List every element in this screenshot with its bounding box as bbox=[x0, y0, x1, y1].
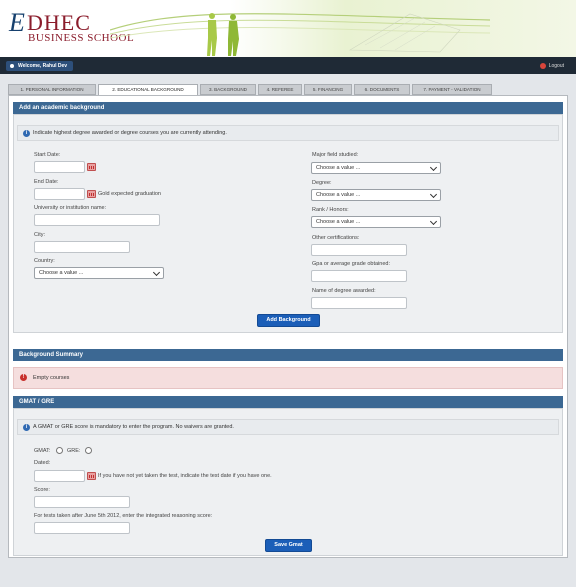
end-date-input[interactable] bbox=[34, 188, 85, 200]
integrated-reasoning-input[interactable] bbox=[34, 522, 130, 534]
tab-background[interactable]: 3. Background bbox=[200, 84, 256, 95]
country-label: Country: bbox=[34, 258, 55, 264]
gmat-date-input[interactable] bbox=[34, 470, 85, 482]
country-select-value: Choose a value ... bbox=[39, 270, 84, 276]
gmat-date-calendar-icon[interactable] bbox=[87, 472, 96, 480]
university-label: University or institution name: bbox=[34, 205, 107, 211]
academic-info-box: i Indicate highest degree awarded or deg… bbox=[17, 125, 559, 141]
tab-financing[interactable]: 5. Financing bbox=[304, 84, 352, 95]
chevron-down-icon bbox=[429, 217, 438, 226]
power-icon bbox=[539, 62, 546, 69]
brand-initial: E bbox=[9, 8, 25, 37]
major-label: Major field studied: bbox=[312, 152, 359, 158]
empty-courses-text: Empty courses bbox=[33, 375, 70, 381]
welcome-label: Welcome, Rahul Dev bbox=[18, 63, 68, 69]
gre-radio-label: GRE: bbox=[67, 448, 81, 454]
welcome-user-button[interactable]: Welcome, Rahul Dev bbox=[6, 61, 74, 71]
gmat-radio-label: GMAT: bbox=[34, 448, 51, 454]
gmat-info-text: A GMAT or GRE score is mandatory to ente… bbox=[33, 424, 234, 430]
site-header: E DHEC BUSINESS SCHOOL bbox=[0, 0, 576, 57]
gre-radio[interactable] bbox=[85, 447, 92, 454]
end-date-calendar-icon[interactable] bbox=[87, 190, 96, 198]
city-label: City: bbox=[34, 232, 45, 238]
tab-payment-validation[interactable]: 7. Payment - Validation bbox=[412, 84, 492, 95]
empty-courses-alert: ! Empty courses bbox=[13, 367, 563, 389]
start-date-calendar-icon[interactable] bbox=[87, 163, 96, 171]
user-icon bbox=[10, 63, 14, 68]
start-date-input[interactable] bbox=[34, 161, 85, 173]
info-icon: i bbox=[23, 424, 30, 431]
gpa-label: Gpa or average grade obtained: bbox=[312, 261, 390, 267]
degree-label: Degree: bbox=[312, 180, 332, 186]
rank-label: Rank / Honors: bbox=[312, 207, 349, 213]
degree-name-input[interactable] bbox=[311, 297, 407, 309]
rank-select-value: Choose a value ... bbox=[316, 219, 361, 225]
rank-select[interactable]: Choose a value ... bbox=[311, 216, 441, 228]
end-date-label: End Date: bbox=[34, 179, 59, 185]
error-icon: ! bbox=[20, 374, 27, 381]
integrated-reasoning-label: For tests taken after June 5th 2012, ent… bbox=[34, 513, 213, 519]
country-select[interactable]: Choose a value ... bbox=[34, 267, 164, 279]
chevron-down-icon bbox=[152, 268, 161, 277]
major-select[interactable]: Choose a value ... bbox=[311, 162, 441, 174]
academic-info-text: Indicate highest degree awarded or degre… bbox=[33, 130, 227, 136]
degree-select[interactable]: Choose a value ... bbox=[311, 189, 441, 201]
tab-personal-information[interactable]: 1. Personal Information bbox=[8, 84, 96, 95]
logout-label: Logout bbox=[548, 63, 564, 69]
academic-section-header: Add an academic background bbox=[13, 102, 563, 114]
logout-link[interactable]: Logout bbox=[539, 62, 564, 70]
info-icon: i bbox=[23, 130, 30, 137]
students-silhouette-graphic bbox=[207, 13, 239, 56]
gmat-date-hint: If you have not yet taken the test, indi… bbox=[98, 473, 272, 479]
university-input[interactable] bbox=[34, 214, 160, 226]
page-footer-strip bbox=[0, 572, 576, 587]
tab-documents[interactable]: 6. Documents bbox=[354, 84, 410, 95]
summary-section-header: Background Summary bbox=[13, 349, 563, 361]
expected-graduation-label: Gold expected graduation bbox=[98, 191, 161, 197]
save-gmat-button[interactable]: Save Gmat bbox=[265, 539, 312, 552]
degree-name-label: Name of degree awarded: bbox=[312, 288, 376, 294]
chevron-down-icon bbox=[429, 190, 438, 199]
dated-label: Dated: bbox=[34, 460, 51, 466]
gmat-section-header: GMAT / GRE bbox=[13, 396, 563, 408]
chevron-down-icon bbox=[429, 163, 438, 172]
score-label: Score: bbox=[34, 487, 50, 493]
degree-select-value: Choose a value ... bbox=[316, 192, 361, 198]
top-navigation-bar bbox=[0, 57, 576, 74]
major-select-value: Choose a value ... bbox=[316, 165, 361, 171]
gpa-input[interactable] bbox=[311, 270, 407, 282]
start-date-label: Start Date: bbox=[34, 152, 61, 158]
header-swoosh-graphic bbox=[110, 13, 490, 53]
add-background-button[interactable]: Add Background bbox=[257, 314, 320, 327]
city-input[interactable] bbox=[34, 241, 130, 253]
gmat-info-box: i A GMAT or GRE score is mandatory to en… bbox=[17, 419, 559, 435]
score-input[interactable] bbox=[34, 496, 130, 508]
tab-referee[interactable]: 4. Referee bbox=[258, 84, 302, 95]
gmat-radio[interactable] bbox=[56, 447, 63, 454]
other-certifications-label: Other certifications: bbox=[312, 235, 360, 241]
other-certifications-input[interactable] bbox=[311, 244, 407, 256]
